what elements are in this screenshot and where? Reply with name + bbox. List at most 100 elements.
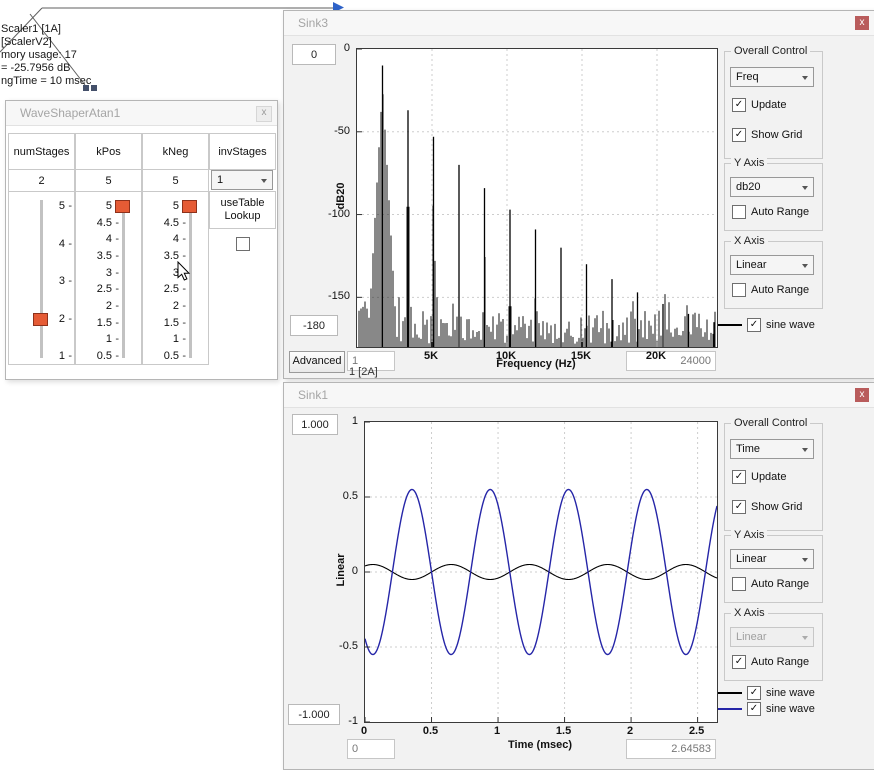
x-tick-label: 1 — [480, 725, 514, 737]
checkbox-box — [732, 577, 746, 591]
legend-label: sine wave — [766, 319, 815, 331]
x-tick-label: 20K — [639, 350, 673, 362]
legend-line-swatch — [718, 324, 742, 326]
checkbox-box — [732, 205, 746, 219]
sink1-xauto-checkbox[interactable]: ✓ Auto Range — [732, 655, 809, 669]
ws-scale-label: 4- — [79, 232, 119, 246]
x-tick-label: 5K — [414, 350, 448, 362]
y-tick-label: 0 — [324, 565, 358, 577]
y-tick-label: 0 — [316, 42, 350, 54]
x-tick-label: 15K — [564, 350, 598, 362]
sink3-ymin-box[interactable]: -180 — [290, 315, 338, 336]
ws-scale-label: 2- — [146, 299, 186, 313]
sink3-overall-combo[interactable]: Freq — [730, 67, 814, 87]
checkbox-label: Auto Range — [751, 284, 809, 296]
chevron-down-icon — [802, 76, 808, 80]
legend-checkbox[interactable]: ✓ — [747, 702, 761, 716]
ws-scale-label: 1.5- — [146, 316, 186, 330]
chevron-down-icon — [802, 636, 808, 640]
sink1-xaxis-group: X Axis — [724, 613, 823, 681]
y-tick-label: 0.5 — [324, 490, 358, 502]
ws-slider-handle[interactable] — [182, 200, 197, 213]
sink3-close-button[interactable]: x — [855, 16, 869, 30]
sink3-yaxis-combo[interactable]: db20 — [730, 177, 814, 197]
sink3-yaxis-group: Y Axis — [724, 163, 823, 231]
checkbox-label: Update — [751, 471, 786, 483]
checkbox-box: ✓ — [732, 128, 746, 142]
sink3-advanced-button[interactable]: Advanced — [289, 351, 345, 373]
sink1-showgrid-checkbox[interactable]: ✓ Show Grid — [732, 500, 802, 514]
ws-header-numStages: numStages — [8, 133, 75, 170]
combo-value: 1 — [217, 174, 223, 186]
legend-checkbox[interactable]: ✓ — [747, 686, 761, 700]
sink3-yauto-checkbox[interactable]: Auto Range — [732, 205, 809, 219]
sink3-titlebar[interactable]: Sink3 x — [284, 11, 874, 36]
ws-invstages-combo[interactable]: 1 — [211, 170, 273, 190]
chevron-down-icon — [802, 448, 808, 452]
sink3-xaxis-combo[interactable]: Linear — [730, 255, 814, 275]
ws-scale-label: 5- — [146, 199, 186, 213]
ws-header-invStages: invStages — [209, 133, 276, 170]
ws-usetable-checkbox[interactable] — [236, 237, 250, 251]
legend-checkbox[interactable]: ✓ — [747, 318, 761, 332]
sink1-titlebar[interactable]: Sink1 x — [284, 383, 874, 408]
ws-usetable-label: useTable Lookup — [209, 191, 276, 229]
ws-slider-handle[interactable] — [115, 200, 130, 213]
waveshaper-titlebar[interactable]: WaveShaperAtan1 x — [6, 101, 277, 126]
sink3-update-checkbox[interactable]: ✓ Update — [732, 98, 786, 112]
ws-slider-numStages[interactable]: 5-4-3-2-1- — [8, 191, 75, 365]
waveshaper-window: WaveShaperAtan1 x numStages25-4-3-2-1-kP… — [5, 100, 278, 380]
sink1-yauto-checkbox[interactable]: Auto Range — [732, 577, 809, 591]
x-tick-label: 2 — [613, 725, 647, 737]
sink3-overall-group-title: Overall Control — [731, 45, 810, 57]
ws-slider-kNeg[interactable]: 5-4.5-4-3.5-3-2.5-2-1.5-1-0.5- — [142, 191, 209, 365]
checkbox-label: Show Grid — [751, 129, 802, 141]
ws-value-kNeg: 5 — [142, 169, 209, 192]
ws-scale-label: 0.5- — [79, 349, 119, 363]
sink1-xaxis-group-title: X Axis — [731, 607, 768, 619]
sink3-legend: ✓ sine wave — [718, 317, 815, 333]
sink1-plot[interactable] — [364, 421, 718, 723]
combo-value: Time — [736, 443, 760, 455]
sink1-window: Sink1 x 1.000 -1.000 Linear Time (msec) … — [283, 382, 874, 770]
ws-value-numStages: 2 — [8, 169, 75, 192]
y-tick-label: -1 — [324, 715, 358, 727]
sink1-close-button[interactable]: x — [855, 388, 869, 402]
sink1-xmax-field[interactable]: 2.64583 — [626, 739, 716, 759]
legend-row: ✓ sine wave — [718, 317, 815, 333]
sink1-overall-combo[interactable]: Time — [730, 439, 814, 459]
legend-label: sine wave — [766, 687, 815, 699]
sink1-waveform — [365, 422, 717, 722]
bg-text-line: Scaler1 [1A] — [1, 23, 61, 35]
ws-scale-label: 3- — [79, 266, 119, 280]
sink3-xaxis-group-title: X Axis — [731, 235, 768, 247]
checkbox-label: Show Grid — [751, 501, 802, 513]
ws-scale-label: 5- — [79, 199, 119, 213]
sink3-plot[interactable] — [356, 48, 718, 348]
sink1-legend: ✓ sine wave ✓ sine wave — [718, 685, 815, 717]
chevron-down-icon — [802, 558, 808, 562]
sink1-xaxis-combo[interactable]: Linear — [730, 627, 814, 647]
legend-row: ✓ sine wave — [718, 685, 815, 701]
ws-slider-track — [122, 200, 125, 358]
sink3-xauto-checkbox[interactable]: Auto Range — [732, 283, 809, 297]
combo-value: Freq — [736, 71, 759, 83]
checkbox-box: ✓ — [732, 655, 746, 669]
sink3-showgrid-checkbox[interactable]: ✓ Show Grid — [732, 128, 802, 142]
sink1-yaxis-combo[interactable]: Linear — [730, 549, 814, 569]
y-tick-label: -100 — [316, 208, 350, 220]
bg-text-line: [ScalerV2] — [1, 36, 52, 48]
combo-value: Linear — [736, 259, 767, 271]
waveshaper-close-button[interactable]: x — [256, 106, 272, 122]
ws-value-kPos: 5 — [75, 169, 142, 192]
ws-slider-kPos[interactable]: 5-4.5-4-3.5-3-2.5-2-1.5-1-0.5- — [75, 191, 142, 365]
checkbox-box: ✓ — [732, 470, 746, 484]
legend-label: sine wave — [766, 703, 815, 715]
ws-scale-label: 4- — [146, 232, 186, 246]
ws-slider-handle[interactable] — [33, 313, 48, 326]
ws-scale-label: 4.5- — [79, 216, 119, 230]
ws-header-kPos: kPos — [75, 133, 142, 170]
sink1-update-checkbox[interactable]: ✓ Update — [732, 470, 786, 484]
ws-slider-track — [40, 200, 43, 358]
sink1-xmin-field[interactable]: 0 — [347, 739, 395, 759]
